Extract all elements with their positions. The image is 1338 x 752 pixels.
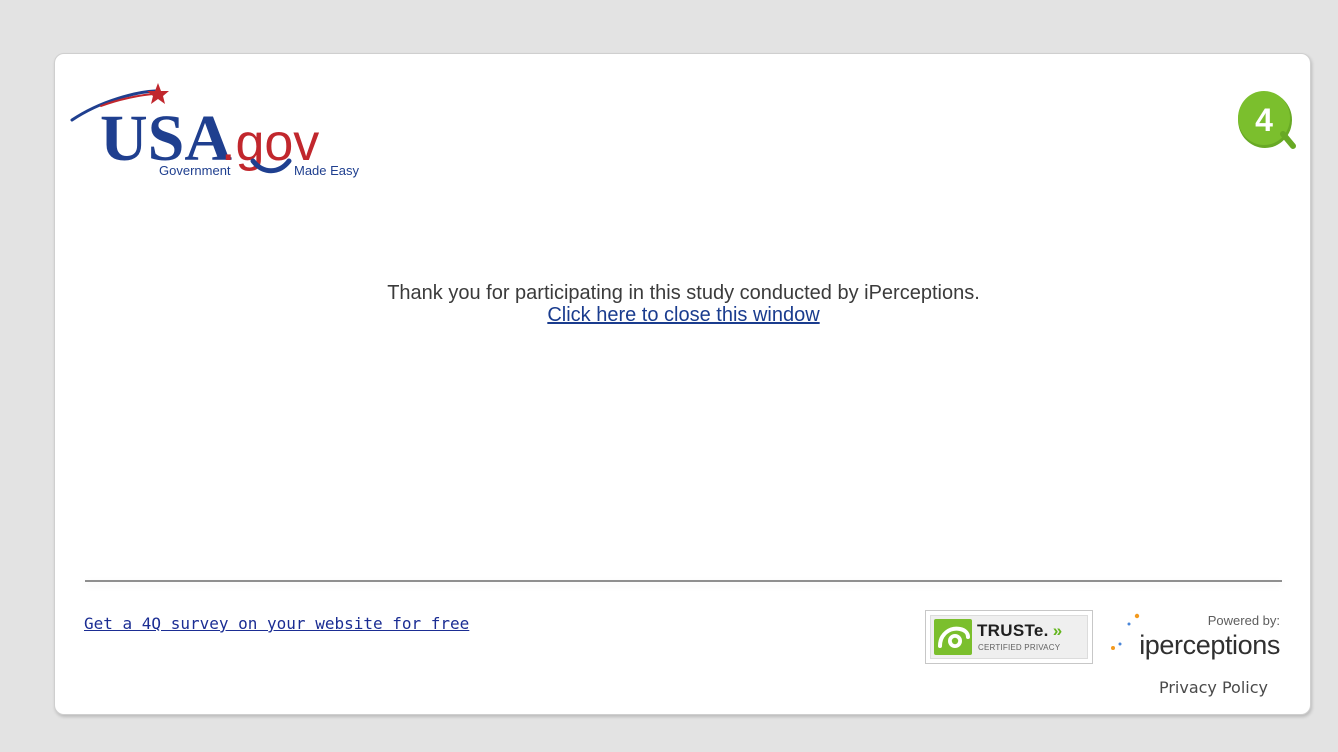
truste-seal-inner: TRUSTe.» CERTIFIED PRIVACY [930, 615, 1088, 659]
powered-by-iperceptions[interactable]: Powered by: iperceptions [1110, 611, 1280, 661]
survey-card: USA .gov Government Made Easy 4 Thank yo… [54, 53, 1311, 715]
privacy-policy-link[interactable]: Privacy Policy [1159, 678, 1268, 697]
usa-gov-logo-graphic: USA .gov Government Made Easy [70, 83, 360, 178]
usa-gov-logo: USA .gov Government Made Easy [67, 82, 397, 192]
logo-tagline-left: Government [159, 163, 231, 178]
close-window-link[interactable]: Click here to close this window [547, 304, 819, 326]
truste-brand: TRUSTe.» [977, 621, 1062, 641]
truste-subtitle: CERTIFIED PRIVACY [978, 643, 1061, 652]
logo-tagline-right: Made Easy [294, 163, 360, 178]
iperceptions-logo-text: iperceptions [1139, 630, 1280, 660]
fourq-badge-label: 4 [1255, 102, 1273, 138]
truste-brand-text: TRUSTe. [977, 621, 1049, 640]
fourq-badge: 4 [1233, 84, 1297, 154]
truste-seal[interactable]: TRUSTe.» CERTIFIED PRIVACY [925, 610, 1093, 664]
get-survey-link[interactable]: Get a 4Q survey on your website for free [84, 614, 469, 633]
footer-divider [85, 580, 1282, 582]
thank-you-text: Thank you for participating in this stud… [387, 282, 980, 304]
truste-logo-icon [934, 619, 972, 655]
powered-by-label: Powered by: [1207, 613, 1280, 628]
thank-you-message: Thank you for participating in this stud… [55, 282, 1312, 326]
star-icon [147, 83, 169, 104]
fourq-badge-icon: 4 [1238, 91, 1296, 149]
truste-arrows-icon: » [1052, 621, 1063, 640]
